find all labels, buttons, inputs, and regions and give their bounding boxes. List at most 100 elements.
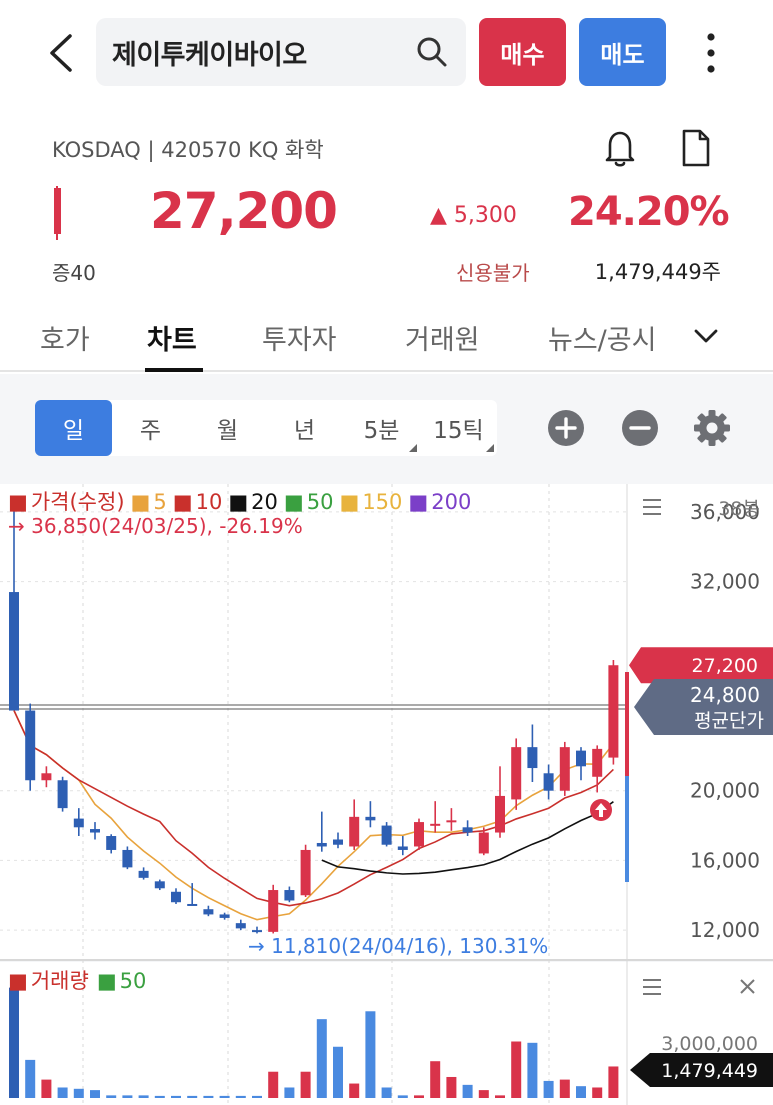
- period-year-label: 년: [293, 418, 316, 444]
- dropdown-corner-icon: [409, 444, 417, 452]
- candle-body: [9, 592, 19, 711]
- volume-bar: [592, 1087, 603, 1098]
- price-change-amount: ▲ 5,300: [430, 203, 517, 228]
- search-box[interactable]: 제이투케이바이오: [96, 18, 466, 86]
- current-price-marker-label: 27,200: [692, 655, 758, 677]
- period-5min[interactable]: 5분: [343, 400, 420, 456]
- volume-bar: [268, 1071, 279, 1098]
- up-arrow-icon: [590, 799, 612, 821]
- candle-body: [365, 816, 376, 821]
- volume-bar: [73, 1088, 84, 1098]
- volume-bar: [90, 1090, 100, 1098]
- candle-body: [171, 891, 181, 903]
- legend-label: 150: [362, 490, 402, 514]
- legend-label: 50: [120, 969, 147, 993]
- period-day-label: 일: [62, 418, 85, 444]
- volume-bar: [430, 1061, 441, 1098]
- volume-bar: [203, 1095, 214, 1098]
- legend-label: 20: [251, 490, 278, 514]
- tab-investor[interactable]: 투자자: [262, 318, 337, 357]
- zoom-out-icon[interactable]: [620, 408, 660, 448]
- period-week[interactable]: 주: [112, 400, 189, 456]
- sell-button[interactable]: 매도: [579, 18, 666, 86]
- avg-price-marker-caption: 평균단가: [694, 710, 764, 732]
- price-tick-label: 16,000: [690, 848, 760, 872]
- market-info: KOSDAQ | 420570 KQ 화학: [52, 138, 324, 162]
- gear-icon[interactable]: [692, 408, 732, 448]
- legend-swatch: ■: [8, 969, 28, 993]
- search-icon[interactable]: [414, 34, 450, 70]
- candle-body: [478, 832, 489, 854]
- tab-broker[interactable]: 거래원: [405, 318, 480, 357]
- candle-body: [316, 842, 327, 847]
- volume-bar: [252, 1095, 262, 1098]
- volume-bar: [381, 1087, 392, 1098]
- legend-swatch: ■: [228, 490, 248, 514]
- volume-bar: [187, 1095, 198, 1098]
- volume-bar: [576, 1086, 586, 1098]
- legend-label: 10: [196, 490, 223, 514]
- buy-button[interactable]: 매수: [479, 18, 566, 86]
- range-bar-up: [625, 672, 629, 776]
- margin-rate: 증40: [52, 261, 96, 285]
- period-15tick[interactable]: 15틱: [420, 400, 497, 456]
- back-arrow-icon[interactable]: [40, 28, 84, 78]
- candle-body: [511, 747, 522, 800]
- legend-swatch: ■: [173, 490, 193, 514]
- candle-body: [268, 890, 279, 932]
- price-tick-label: 12,000: [690, 918, 760, 942]
- volume-bar: [300, 1071, 311, 1098]
- volume-bar: [462, 1084, 473, 1098]
- volume-bar: [154, 1095, 165, 1098]
- candle-body: [559, 747, 570, 791]
- tab-chart[interactable]: 차트: [147, 318, 197, 357]
- legend-label: 거래량: [31, 969, 89, 993]
- chart-legend: ■ 가격(수정) ■ 5 ■ 10 ■ 20 ■ 50 ■ 150 ■ 200: [8, 490, 471, 514]
- period-selector: 일 주 월 년 5분 15틱: [35, 400, 497, 456]
- volume-bar: [219, 1095, 230, 1098]
- price-change-percent: 24.20%: [568, 189, 730, 235]
- volume-bar: [608, 1066, 619, 1098]
- candle-body: [219, 914, 230, 918]
- legend-label: 가격(수정): [31, 490, 125, 514]
- avg-price-marker-value: 24,800: [690, 683, 760, 707]
- period-month[interactable]: 월: [189, 400, 266, 456]
- candle-body: [300, 849, 311, 896]
- candle-body: [495, 795, 505, 833]
- candle-body: [73, 818, 84, 828]
- more-vertical-icon[interactable]: [694, 28, 728, 78]
- search-stock-name: 제이투케이바이오: [112, 40, 307, 71]
- period-year[interactable]: 년: [266, 400, 343, 456]
- tab-news[interactable]: 뉴스/공시: [548, 318, 680, 357]
- candle-body: [608, 665, 619, 758]
- zoom-in-icon[interactable]: [546, 408, 586, 448]
- legend-label: 50: [307, 490, 334, 514]
- volume-bar: [235, 1095, 246, 1098]
- candle-body: [414, 822, 424, 847]
- candle-body: [576, 750, 586, 767]
- volume-bar: [284, 1087, 295, 1098]
- candle-body: [203, 909, 214, 915]
- tab-orderbook[interactable]: 호가: [40, 318, 90, 357]
- document-icon[interactable]: [676, 126, 716, 170]
- volume-bar: [543, 1080, 554, 1098]
- volume-bar: [41, 1079, 52, 1098]
- volume-bar: [365, 1011, 376, 1098]
- legend-swatch: ■: [131, 490, 151, 514]
- volume-bar: [138, 1095, 149, 1098]
- chevron-down-icon[interactable]: [692, 322, 720, 350]
- legend-swatch: ■: [339, 490, 359, 514]
- mini-candle-icon: [54, 186, 61, 240]
- top-bar: 제이투케이바이오 매수 매도: [0, 0, 773, 105]
- candle-body: [41, 773, 52, 781]
- volume-bar: [122, 1095, 133, 1098]
- current-price: 27,200: [150, 182, 338, 240]
- volume-bar: [559, 1079, 570, 1098]
- volume-bar: [527, 1042, 538, 1098]
- candlestick-chart[interactable]: 36,00032,00020,00016,00012,000 ■ 가격(수정) ■ 5…: [0, 484, 773, 1105]
- period-day[interactable]: 일: [35, 400, 112, 456]
- bell-icon[interactable]: [600, 126, 640, 170]
- legend-swatch: ■: [408, 490, 428, 514]
- candle-body: [138, 870, 149, 878]
- legend-swatch: ■: [8, 490, 28, 514]
